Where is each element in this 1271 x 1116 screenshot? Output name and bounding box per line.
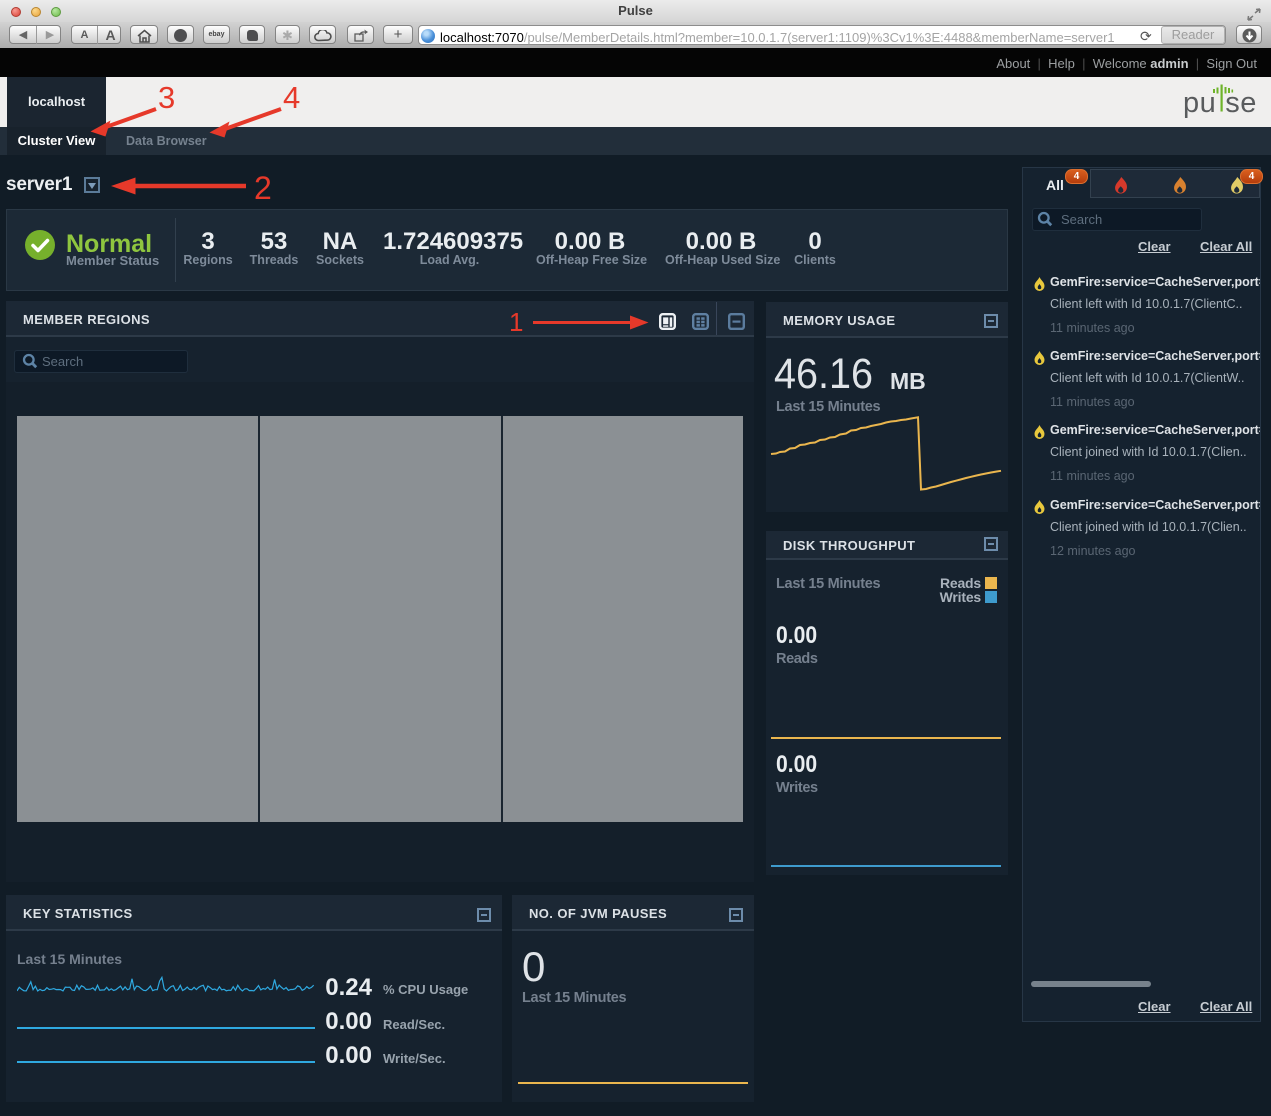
svg-text:2: 2 [254,170,272,206]
svg-text:1: 1 [509,307,523,337]
svg-text:4: 4 [283,80,300,115]
svg-text:3: 3 [158,80,175,115]
